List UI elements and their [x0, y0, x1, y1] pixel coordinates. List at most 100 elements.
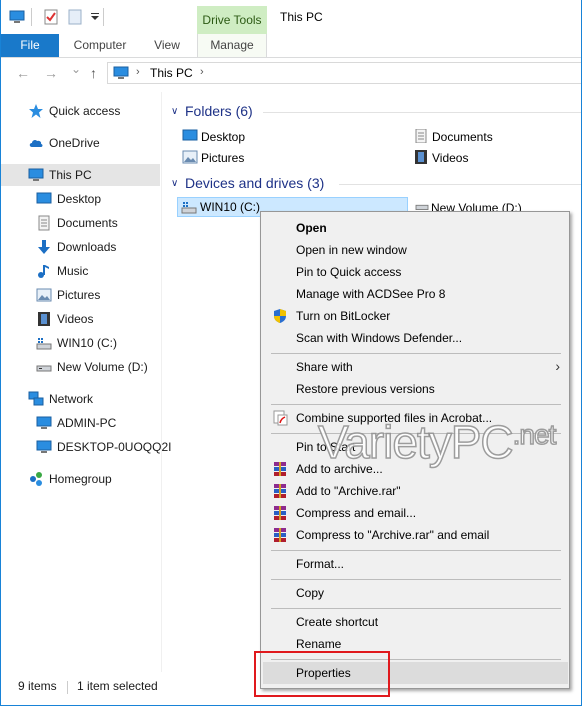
menu-item-manage-acdsee[interactable]: Manage with ACDSee Pro 8 [263, 283, 568, 305]
drive-label: WIN10 (C:) [200, 200, 260, 214]
sidebar-item-label: DESKTOP-0UOQQ2I [57, 440, 172, 454]
winrar-icon [274, 506, 286, 520]
up-button[interactable]: ↑ [90, 65, 97, 81]
menu-item-label: Open in new window [296, 243, 407, 257]
sidebar-item-label: This PC [49, 168, 92, 182]
computer-icon [36, 440, 52, 453]
uac-shield-icon [274, 309, 286, 323]
folders-group-header[interactable]: Folders (6) [185, 103, 253, 119]
menu-item-open[interactable]: Open [263, 217, 568, 239]
context-menu: Open Open in new window Pin to Quick acc… [260, 211, 570, 689]
menu-item-label: Turn on BitLocker [296, 309, 391, 323]
tab-computer[interactable]: Computer [67, 34, 133, 57]
devices-group-header[interactable]: Devices and drives (3) [185, 175, 324, 191]
folder-label: Desktop [201, 130, 246, 144]
window-title: This PC [280, 10, 323, 24]
sidebar-item-admin-pc[interactable]: ADMIN-PC [1, 412, 160, 434]
menu-item-label: Scan with Windows Defender... [296, 331, 463, 345]
menu-item-label: Restore previous versions [296, 382, 435, 396]
sidebar-item-label: Downloads [57, 240, 117, 254]
collapse-chevron-icon[interactable]: ∨ [171, 106, 178, 117]
tab-manage[interactable]: Manage [197, 34, 267, 57]
new-folder-icon[interactable] [67, 9, 83, 25]
cloud-icon [29, 139, 43, 147]
address-row: ← → ⌄ ↑ › This PC › [1, 58, 581, 88]
menu-item-pin-start[interactable]: Pin to Start [263, 436, 568, 458]
menu-item-combine-acrobat[interactable]: Combine supported files in Acrobat... [263, 407, 568, 429]
sidebar-item-network[interactable]: Network [1, 388, 160, 410]
sidebar-item-desktop-pc[interactable]: DESKTOP-0UOQQ2I [1, 436, 171, 458]
menu-separator [271, 433, 561, 434]
menu-item-create-shortcut[interactable]: Create shortcut [263, 611, 568, 633]
menu-item-restore-versions[interactable]: Restore previous versions [263, 378, 568, 400]
sidebar-item-music[interactable]: Music [1, 260, 160, 282]
sidebar-item-new-volume-d[interactable]: New Volume (D:) [1, 356, 160, 378]
menu-item-copy[interactable]: Copy [263, 582, 568, 604]
sidebar-item-pictures[interactable]: Pictures [1, 284, 160, 306]
quick-access-separator [31, 8, 32, 26]
address-bar[interactable]: › This PC › [107, 62, 581, 84]
menu-item-label: Format... [296, 557, 345, 571]
sidebar-item-win10-c[interactable]: WIN10 (C:) [1, 332, 160, 354]
menu-item-add-archive[interactable]: Add to archive... [263, 458, 568, 480]
breadcrumb-chevron[interactable]: › [136, 66, 140, 78]
tab-file[interactable]: File [1, 34, 59, 57]
winrar-icon [274, 462, 286, 476]
menu-item-scan-defender[interactable]: Scan with Windows Defender... [263, 327, 568, 349]
pictures-icon [182, 150, 198, 164]
sidebar-item-homegroup[interactable]: Homegroup [1, 468, 160, 490]
sidebar-item-label: New Volume (D:) [57, 360, 148, 374]
menu-separator [271, 404, 561, 405]
status-item-count: 9 items [18, 679, 57, 693]
menu-item-label: Open [296, 221, 327, 235]
music-icon [38, 265, 49, 278]
desktop-icon [36, 192, 52, 204]
menu-item-bitlocker[interactable]: Turn on BitLocker [263, 305, 568, 327]
recent-locations-button[interactable]: ⌄ [71, 62, 81, 76]
sidebar-item-label: Homegroup [49, 472, 112, 486]
menu-item-format[interactable]: Format... [263, 553, 568, 575]
sidebar-item-videos[interactable]: Videos [1, 308, 160, 330]
quick-access-separator [103, 8, 104, 26]
folder-label: Documents [432, 130, 493, 144]
drive-tools-header: Drive Tools [197, 6, 267, 34]
menu-separator [271, 550, 561, 551]
status-separator [67, 681, 68, 694]
menu-item-open-new-window[interactable]: Open in new window [263, 239, 568, 261]
status-selection: 1 item selected [77, 679, 158, 693]
sidebar-item-desktop[interactable]: Desktop [1, 188, 160, 210]
menu-separator [271, 608, 561, 609]
forward-button[interactable]: → [44, 65, 58, 81]
sidebar-item-quick-access[interactable]: Quick access [1, 100, 160, 122]
winrar-icon [274, 528, 286, 542]
sidebar-item-onedrive[interactable]: OneDrive [1, 132, 160, 154]
sidebar-item-downloads[interactable]: Downloads [1, 236, 160, 258]
customize-toolbar-icon[interactable] [87, 9, 103, 25]
breadcrumb-chevron[interactable]: › [200, 66, 204, 78]
menu-item-share-with[interactable]: Share with › [263, 356, 568, 378]
collapse-chevron-icon[interactable]: ∨ [171, 178, 178, 189]
sidebar-item-this-pc[interactable]: This PC [1, 164, 160, 186]
pane-divider [161, 92, 162, 672]
ribbon-tabs: File Computer View Manage [1, 34, 581, 58]
winrar-icon [274, 484, 286, 498]
sidebar-item-label: ADMIN-PC [57, 416, 117, 430]
menu-item-pin-quick-access[interactable]: Pin to Quick access [263, 261, 568, 283]
sidebar-item-documents[interactable]: Documents [1, 212, 160, 234]
computer-icon[interactable] [9, 9, 25, 25]
folder-label: Pictures [201, 151, 245, 165]
sidebar-item-label: Quick access [49, 104, 121, 118]
menu-item-compress-rar-email[interactable]: Compress to "Archive.rar" and email [263, 524, 568, 546]
back-button[interactable]: ← [16, 65, 30, 81]
breadcrumb-this-pc[interactable]: This PC [150, 66, 193, 80]
properties-check-icon[interactable] [43, 9, 59, 25]
computer-icon [28, 168, 44, 181]
videos-icon [415, 150, 427, 164]
drive-icon [36, 338, 52, 350]
documents-icon [415, 129, 427, 143]
menu-item-add-archive-rar[interactable]: Add to "Archive.rar" [263, 480, 568, 502]
sidebar-item-label: Documents [57, 216, 118, 230]
menu-item-compress-email[interactable]: Compress and email... [263, 502, 568, 524]
menu-item-label: Copy [296, 586, 325, 600]
tab-view[interactable]: View [145, 34, 189, 57]
